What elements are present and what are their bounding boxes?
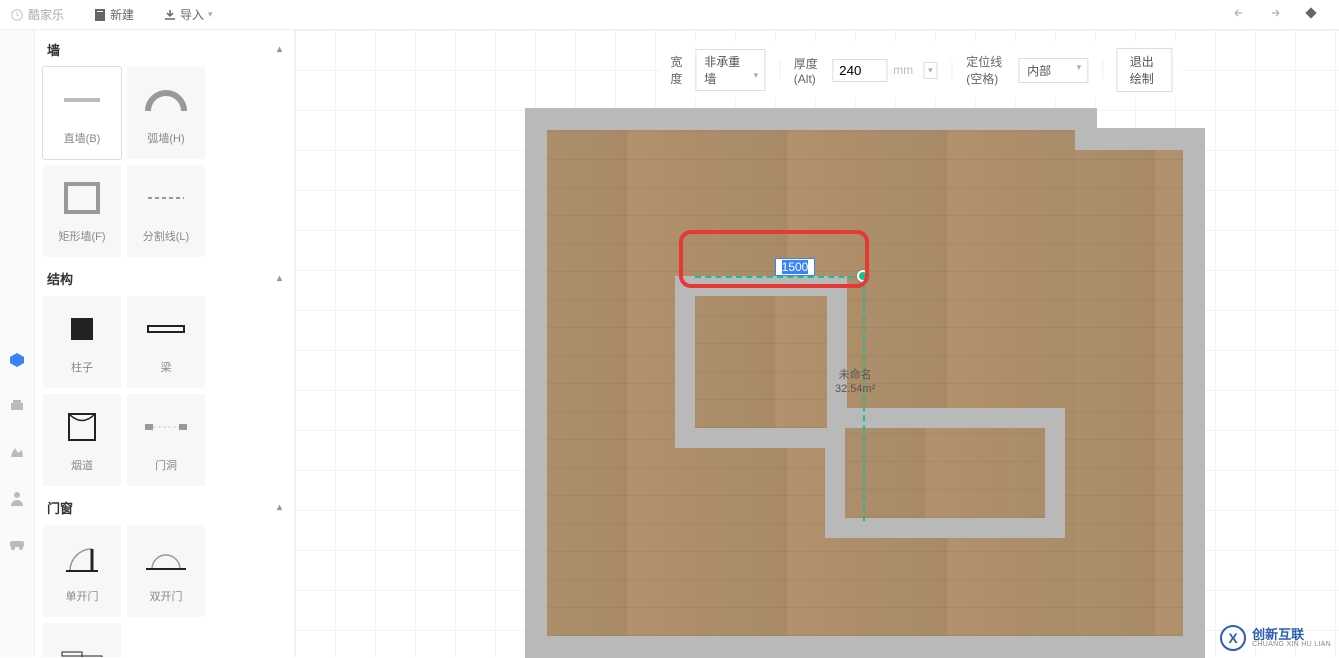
thickness-input[interactable] — [832, 59, 887, 82]
color-button[interactable] — [1303, 5, 1319, 24]
watermark-logo-icon: X — [1220, 625, 1246, 651]
rail-car[interactable] — [7, 534, 27, 554]
rail-crown[interactable] — [7, 442, 27, 462]
tool-rect-wall[interactable]: 矩形墙(F) — [43, 165, 121, 257]
import-icon — [164, 9, 176, 21]
wall-segment[interactable] — [525, 108, 1075, 130]
wall-segment[interactable] — [1183, 128, 1205, 658]
tool-flue[interactable]: 烟道 — [43, 394, 121, 486]
redo-icon — [1267, 6, 1283, 20]
rect-wall-icon — [63, 181, 101, 215]
new-button[interactable]: 新建 — [94, 6, 134, 23]
canvas[interactable]: 宽度 非承重墙 厚度(Alt) mm ▾ 定位线(空格) 内部 退出绘制 — [295, 30, 1339, 657]
dash-line-icon — [146, 195, 186, 201]
app-logo: 酷家乐 — [10, 6, 64, 23]
column-icon — [67, 314, 97, 344]
clock-icon — [10, 8, 24, 22]
tool-split-line[interactable]: 分割线(L) — [127, 165, 205, 257]
single-door-icon — [62, 541, 102, 575]
import-button[interactable]: 导入 ▾ — [164, 6, 213, 23]
options-bar: 宽度 非承重墙 厚度(Alt) mm ▾ 定位线(空格) 内部 退出绘制 — [660, 42, 1182, 98]
tool-arc-wall[interactable]: 弧墙(H) — [127, 67, 205, 159]
section-wall-header[interactable]: 墙 ▴ — [41, 30, 288, 65]
person-icon — [10, 490, 24, 506]
tool-column[interactable]: 柱子 — [43, 296, 121, 388]
section-structure-header[interactable]: 结构 ▴ — [41, 259, 288, 294]
tool-beam[interactable]: 梁 — [127, 296, 205, 388]
double-door-icon — [142, 543, 190, 573]
section-door-header[interactable]: 门窗 ▴ — [41, 488, 288, 523]
diamond-icon — [1303, 5, 1319, 21]
tool-double-door[interactable]: 双开门 — [127, 525, 205, 617]
chevron-up-icon: ▴ — [277, 273, 282, 284]
app-name: 酷家乐 — [28, 6, 64, 23]
thickness-label: 厚度(Alt) — [794, 55, 822, 86]
floor-area[interactable] — [845, 428, 1045, 518]
measure-line[interactable] — [695, 276, 865, 278]
rail-print[interactable] — [7, 396, 27, 416]
undo-icon — [1231, 6, 1247, 20]
wall-segment[interactable] — [525, 108, 547, 658]
floor-area[interactable] — [695, 296, 827, 428]
printer-icon — [9, 399, 25, 413]
floorplan[interactable]: 未命名 32.54m² — [525, 108, 1205, 658]
exit-draw-button[interactable]: 退出绘制 — [1117, 48, 1173, 92]
rail-home[interactable] — [7, 350, 27, 370]
tool-sliding-door[interactable]: 移门 — [43, 623, 121, 657]
thickness-dropdown[interactable]: ▾ — [923, 62, 938, 79]
locator-select[interactable]: 内部 — [1018, 58, 1088, 83]
width-label: 宽度 — [670, 53, 685, 87]
undo-button[interactable] — [1231, 6, 1247, 23]
cube-icon — [8, 351, 26, 369]
watermark: X 创新互联 CHUANG XIN HU LIAN — [1220, 625, 1331, 651]
room-label: 未命名 32.54m² — [835, 368, 875, 397]
tool-opening[interactable]: 门洞 — [127, 394, 205, 486]
sliding-door-icon — [58, 649, 106, 657]
redo-button[interactable] — [1267, 6, 1283, 23]
measure-handle[interactable] — [857, 270, 869, 282]
file-icon — [94, 8, 106, 22]
straight-wall-icon — [62, 95, 102, 105]
tool-single-door[interactable]: 单开门 — [43, 525, 121, 617]
measure-input[interactable] — [775, 258, 815, 276]
chevron-up-icon: ▴ — [277, 502, 282, 513]
arc-wall-icon — [144, 85, 188, 115]
width-select[interactable]: 非承重墙 — [695, 49, 765, 91]
beam-icon — [146, 322, 186, 336]
crown-icon — [9, 445, 25, 459]
chevron-up-icon: ▴ — [277, 44, 282, 55]
tool-straight-wall[interactable]: 直墙(B) — [43, 67, 121, 159]
rail-user[interactable] — [7, 488, 27, 508]
thickness-unit: mm — [893, 63, 913, 77]
wall-segment[interactable] — [525, 636, 1205, 658]
car-icon — [9, 538, 25, 550]
locator-label: 定位线(空格) — [966, 53, 1008, 87]
chevron-down-icon: ▾ — [208, 9, 213, 20]
floor-area[interactable] — [1075, 150, 1183, 636]
opening-icon — [143, 419, 189, 435]
flue-icon — [66, 411, 98, 443]
measure-guide — [863, 276, 865, 521]
